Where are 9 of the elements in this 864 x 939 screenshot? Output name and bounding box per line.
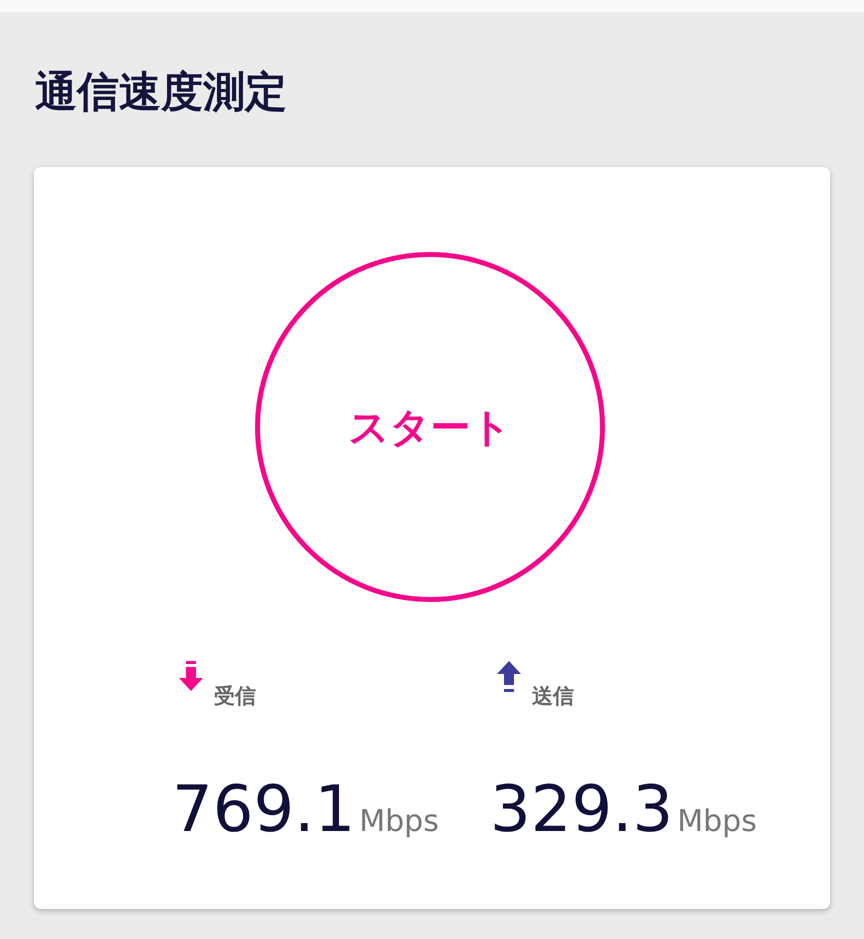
speed-value: 769.1 [172, 772, 356, 849]
speed-value: 329.3 [490, 772, 674, 849]
speed-unit: Mbps [677, 804, 757, 839]
result-label: 送信 [532, 684, 574, 708]
page-title: 通信速度測定 [35, 66, 287, 118]
speed-unit: Mbps [359, 804, 439, 839]
start-button[interactable]: スタート [255, 252, 605, 602]
upload-arrow-icon [496, 660, 522, 694]
result-label: 受信 [214, 684, 256, 708]
